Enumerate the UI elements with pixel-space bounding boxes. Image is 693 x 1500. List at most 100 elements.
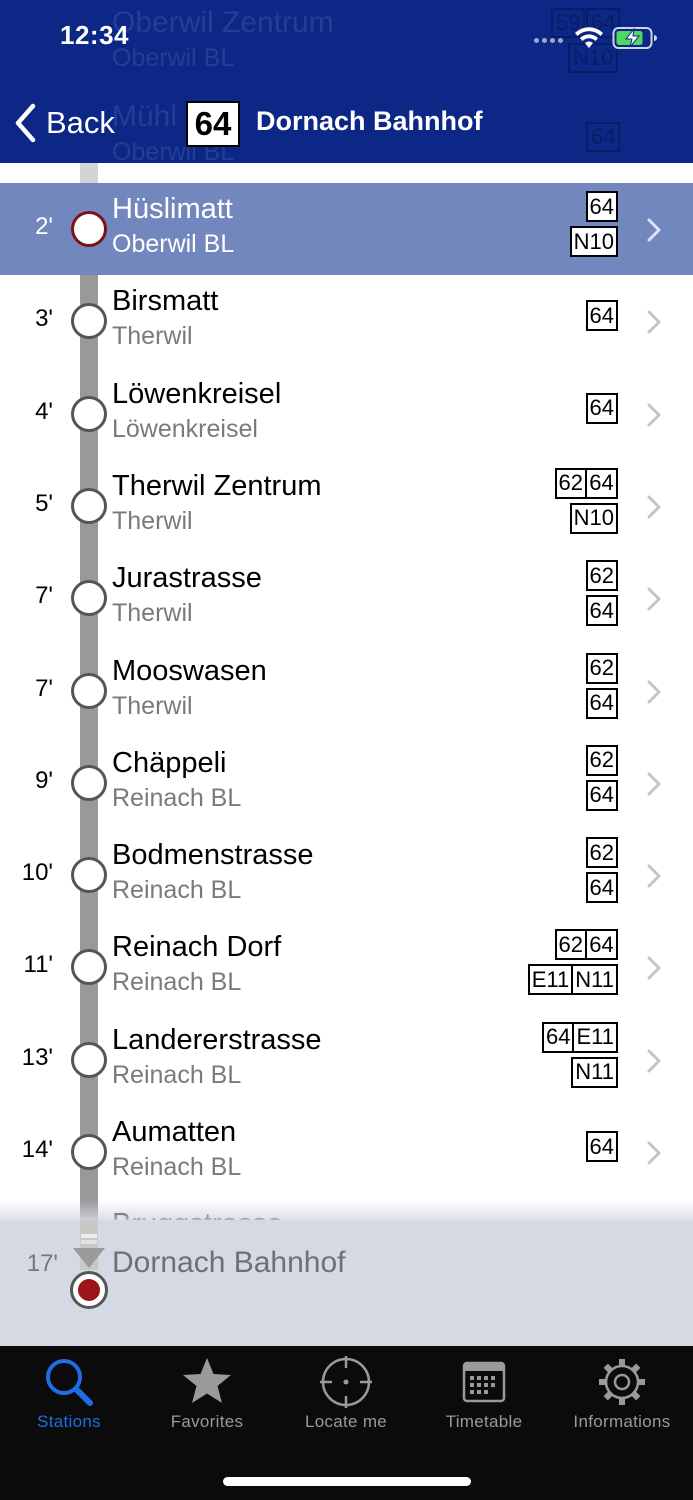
- stop-name: Reinach Dorf: [112, 931, 282, 964]
- line-badges: 64: [418, 376, 618, 428]
- destination-name: Dornach Bahnhof: [112, 1246, 346, 1279]
- stop-time: 10': [21, 859, 53, 887]
- stop-name: Chäppeli: [112, 746, 227, 779]
- stop-row[interactable]: 9' Chäppeli Reinach BL 62 64: [0, 737, 693, 829]
- stop-name: Bodmenstrasse: [112, 839, 314, 872]
- stop-row[interactable]: 7' Jurastrasse Therwil 62 64: [0, 552, 693, 644]
- chevron-left-icon: [15, 103, 36, 143]
- stop-time: 2': [35, 213, 53, 240]
- arrow-down-icon: [73, 1234, 105, 1268]
- line-badge: 62: [554, 467, 587, 499]
- line-badge: E11: [574, 1021, 618, 1053]
- stop-row[interactable]: 13' Landererstrasse Reinach BL 64 E11 N11: [0, 1014, 693, 1106]
- line-badge: 62: [585, 837, 618, 869]
- line-badge: 64: [585, 300, 618, 332]
- stop-town: Reinach BL: [112, 968, 242, 997]
- home-indicator[interactable]: [223, 1477, 471, 1486]
- line-badge: 64: [542, 1021, 575, 1053]
- stop-name: Birsmatt: [112, 285, 219, 318]
- stop-time: 11': [23, 951, 54, 979]
- line-badge: 64: [585, 779, 618, 811]
- chevron-right-icon: [647, 218, 661, 242]
- stop-town: Oberwil BL: [112, 230, 235, 258]
- line-badges: 62 64: [418, 560, 618, 630]
- star-icon: [183, 1358, 231, 1403]
- stop-row[interactable]: 5' Therwil Zentrum Therwil 62 64 N10: [0, 460, 693, 552]
- line-badges: 62 64 E11 N11: [418, 929, 618, 999]
- stop-row[interactable]: 4' Löwenkreisel Löwenkreisel 64: [0, 368, 693, 460]
- stop-marker: [71, 487, 107, 524]
- navigation-bar: Back 64 Dornach Bahnhof: [0, 90, 693, 160]
- stop-list[interactable]: 2' Hüslimatt Oberwil BL 64 N10 3' Birsmatt Ther…: [0, 163, 693, 1228]
- stop-marker: [71, 303, 107, 340]
- line-badges: 62 64: [418, 744, 618, 815]
- tab-timetable[interactable]: Timetable: [415, 1352, 553, 1442]
- stop-time: 13': [21, 1043, 53, 1071]
- stop-marker: [71, 395, 107, 432]
- stop-town: Therwil: [112, 322, 193, 351]
- stop-marker: [71, 764, 107, 801]
- stop-marker: [71, 1041, 107, 1078]
- tab-label: Stations: [37, 1412, 101, 1431]
- battery-charging-icon: [612, 27, 657, 49]
- stop-row[interactable]: 7' Mooswasen Therwil 62 64: [0, 645, 693, 737]
- stop-marker: [71, 857, 107, 894]
- chevron-right-icon: [647, 864, 661, 888]
- tab-label: Favorites: [170, 1412, 244, 1431]
- line-badge: 62: [585, 744, 618, 776]
- destination-time: 17': [26, 1250, 58, 1277]
- stop-town: Reinach BL: [112, 1060, 242, 1089]
- stop-time: 7': [35, 582, 53, 610]
- stop-time: 14': [21, 1136, 53, 1163]
- tab-locate-me[interactable]: Locate me: [277, 1352, 415, 1442]
- calendar-icon: [462, 1361, 506, 1403]
- line-badges: 64 N10: [418, 191, 618, 261]
- stop-town: Therwil: [112, 691, 193, 720]
- stop-marker: [71, 672, 107, 709]
- line-badge: 62: [585, 560, 618, 592]
- stop-name: Hüslimatt: [112, 193, 233, 225]
- wifi-icon: [575, 27, 603, 48]
- line-badges: 64: [418, 1114, 618, 1166]
- line-badge: 64: [585, 392, 618, 424]
- line-badge: 64: [585, 1131, 618, 1162]
- stop-town: Therwil: [112, 506, 193, 535]
- stop-row[interactable]: 11' Reinach Dorf Reinach BL 62 64 E11 N11: [0, 921, 693, 1013]
- back-button[interactable]: Back: [14, 100, 115, 146]
- line-badge: N10: [569, 502, 618, 534]
- tab-label: Informations: [573, 1412, 671, 1431]
- clock: 12:34: [60, 20, 129, 50]
- chevron-right-icon: [647, 1141, 661, 1165]
- line-badge: 64: [585, 687, 618, 719]
- chevron-right-icon: [647, 772, 661, 796]
- status-bar: 12:34: [0, 0, 693, 80]
- stop-row[interactable]: 10' Bodmenstrasse Reinach BL 62 64: [0, 829, 693, 921]
- chevron-right-icon: [647, 310, 661, 334]
- chevron-right-icon: [647, 956, 661, 980]
- chevron-right-icon: [647, 680, 661, 703]
- tab-informations[interactable]: Informations: [553, 1352, 691, 1442]
- chevron-right-icon: [647, 495, 661, 519]
- stop-time: 7': [35, 674, 53, 702]
- stop-marker: [71, 580, 107, 617]
- tab-label: Locate me: [304, 1412, 388, 1431]
- crosshair-icon: [320, 1356, 372, 1408]
- route-track-past: [80, 163, 98, 183]
- tab-favorites[interactable]: Favorites: [138, 1352, 276, 1442]
- stop-time: 4': [35, 397, 53, 425]
- chevron-right-icon: [647, 403, 661, 427]
- destination-row: 17' Dornach Bahnhof: [0, 1220, 693, 1346]
- stop-row[interactable]: 14' Aumatten Reinach BL 64: [0, 1106, 693, 1198]
- line-badge: E11: [527, 964, 574, 996]
- page-title: Dornach Bahnhof: [256, 106, 483, 136]
- stop-time: 3': [35, 305, 53, 333]
- line-badges: 64 E11 N11: [418, 1021, 618, 1092]
- stop-row[interactable]: 3' Birsmatt Therwil 64: [0, 275, 693, 367]
- stop-name: Landererstrasse: [112, 1023, 322, 1056]
- tab-stations[interactable]: Stations: [0, 1352, 138, 1442]
- line-badge: 64: [585, 872, 618, 904]
- back-label: Back: [46, 105, 115, 140]
- line-badges: 64: [418, 283, 618, 335]
- stop-row[interactable]: 2' Hüslimatt Oberwil BL 64 N10: [0, 183, 693, 275]
- line-number-badge: 64: [186, 101, 240, 147]
